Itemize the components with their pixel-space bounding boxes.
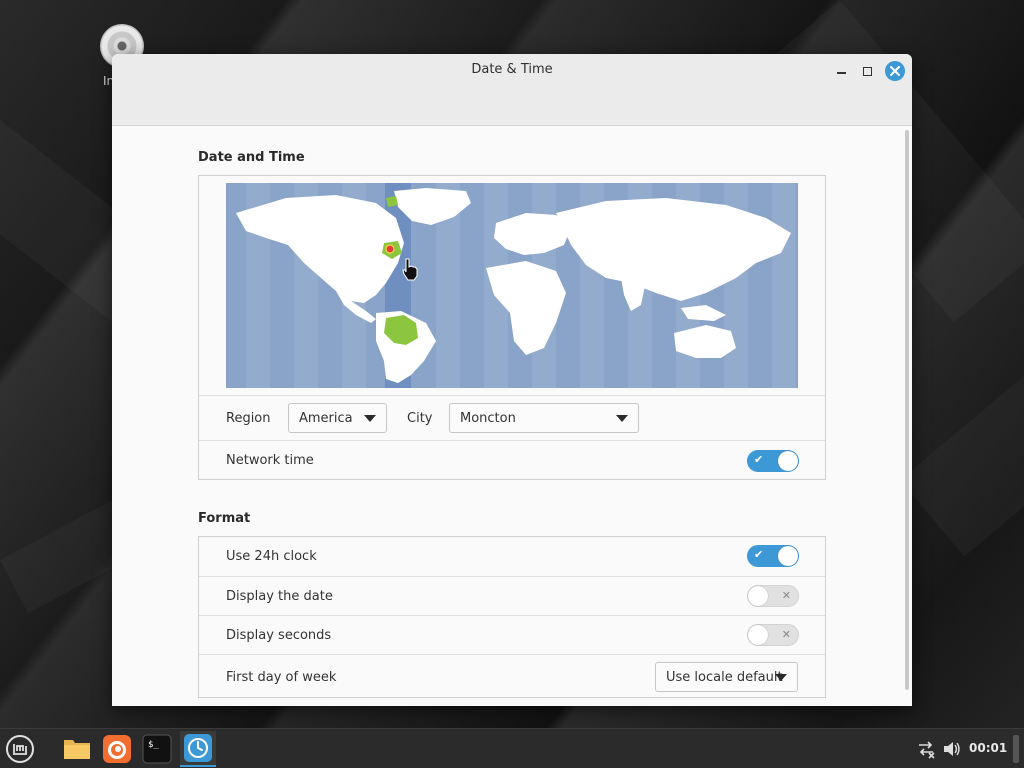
region-value: America <box>299 410 353 426</box>
format-frame: Use 24h clock ✔ Display the date ✕ Displ… <box>198 536 826 698</box>
display-date-toggle[interactable]: ✕ <box>747 585 799 607</box>
network-time-label: Network time <box>226 453 314 468</box>
region-label: Region <box>226 411 271 426</box>
toggle-knob <box>778 451 798 471</box>
close-button[interactable] <box>885 61 905 81</box>
network-time-row: Network time ✔ <box>199 440 825 480</box>
format-heading: Format <box>198 511 251 526</box>
close-icon <box>890 66 900 76</box>
files-icon <box>64 740 90 759</box>
terminal-launcher[interactable]: $_ <box>139 731 175 767</box>
clock-window-button[interactable] <box>180 731 216 767</box>
checkmark-icon: ✔ <box>754 548 764 561</box>
display-date-row: Display the date ✕ <box>199 576 825 615</box>
minimize-icon <box>836 72 846 74</box>
maximize-button[interactable] <box>858 62 876 80</box>
date-time-frame: Region America City Moncton Network time… <box>198 175 826 480</box>
chevron-down-icon <box>616 415 628 422</box>
toggle-knob <box>748 586 768 606</box>
first-day-row: First day of week Use locale default <box>199 654 825 698</box>
timezone-map[interactable] <box>226 183 798 388</box>
checkmark-icon: ✔ <box>754 453 764 466</box>
window-title: Date & Time <box>471 62 553 77</box>
firefox-launcher[interactable] <box>99 731 135 767</box>
city-value: Moncton <box>460 410 516 426</box>
svg-text:$_: $_ <box>148 740 159 750</box>
vertical-scrollbar[interactable] <box>905 130 909 690</box>
use-24h-toggle[interactable]: ✔ <box>747 545 799 567</box>
world-map-graphic <box>226 183 798 388</box>
clock-icon <box>184 734 212 762</box>
taskbar: $_ 00:01 <box>0 728 1024 768</box>
date-and-time-heading: Date and Time <box>198 150 305 165</box>
background-shard <box>900 313 1024 557</box>
chevron-down-icon <box>775 674 787 681</box>
menu-icon <box>6 735 34 763</box>
chevron-down-icon <box>364 415 376 422</box>
network-disconnected-icon[interactable] <box>916 739 936 759</box>
firefox-icon <box>103 735 131 763</box>
display-seconds-label: Display seconds <box>226 628 332 643</box>
display-seconds-toggle[interactable]: ✕ <box>747 624 799 646</box>
hand-cursor-icon <box>402 258 418 281</box>
city-label: City <box>407 411 433 426</box>
display-date-label: Display the date <box>226 589 333 604</box>
use-24h-row: Use 24h clock ✔ <box>199 537 825 576</box>
region-dropdown[interactable]: America <box>288 403 387 433</box>
cross-icon: ✕ <box>781 589 791 602</box>
volume-icon[interactable] <box>942 739 962 759</box>
first-day-dropdown[interactable]: Use locale default <box>655 662 798 692</box>
maximize-icon <box>862 66 872 76</box>
cross-icon: ✕ <box>781 628 791 641</box>
title-bar[interactable]: Date & Time <box>112 54 912 126</box>
show-desktop-button[interactable] <box>1013 735 1019 763</box>
menu-button[interactable] <box>2 731 38 767</box>
taskbar-clock[interactable]: 00:01 <box>969 741 1007 755</box>
first-day-value: Use locale default <box>666 669 783 685</box>
files-launcher[interactable] <box>59 731 95 767</box>
region-city-row: Region America City Moncton <box>199 395 825 440</box>
terminal-icon: $_ <box>142 734 172 764</box>
toggle-knob <box>778 546 798 566</box>
window-content: Date and Time Region America City Moncto… <box>112 126 912 706</box>
minimize-button[interactable] <box>832 62 850 80</box>
date-time-window: Date & Time Date and Time Region America… <box>112 54 912 706</box>
first-day-label: First day of week <box>226 670 337 685</box>
display-seconds-row: Display seconds ✕ <box>199 615 825 654</box>
use-24h-label: Use 24h clock <box>226 549 317 564</box>
city-dropdown[interactable]: Moncton <box>449 403 639 433</box>
toggle-knob <box>748 625 768 645</box>
network-time-toggle[interactable]: ✔ <box>747 450 799 472</box>
